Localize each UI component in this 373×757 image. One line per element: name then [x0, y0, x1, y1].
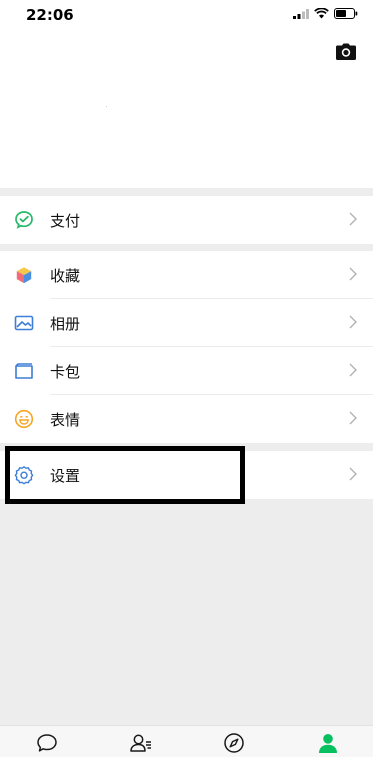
chevron-right-icon — [349, 315, 357, 329]
camera-icon[interactable] — [336, 43, 356, 60]
status-icons — [293, 8, 358, 19]
stickers-label: 表情 — [50, 411, 81, 429]
card-wallet-icon — [15, 363, 33, 379]
favorites-cube-icon — [16, 266, 32, 284]
person-icon[interactable] — [316, 732, 340, 754]
tools-group: 收藏 相册 卡包 表情 — [0, 251, 373, 443]
battery-icon — [334, 8, 358, 19]
pay-label: 支付 — [50, 212, 81, 230]
favorites-label: 收藏 — [50, 267, 81, 285]
chevron-right-icon — [349, 467, 357, 481]
pay-icon — [15, 211, 33, 229]
status-time: 22:06 — [26, 6, 74, 24]
settings-label: 设置 — [50, 467, 81, 485]
status-bar: 22:06 — [0, 0, 373, 26]
photo-album-icon — [14, 315, 34, 331]
placeholder-dot — [106, 106, 107, 107]
signal-icon — [293, 8, 309, 19]
menu-item-pay[interactable]: 支付 — [0, 196, 373, 244]
chevron-right-icon — [349, 267, 357, 281]
chevron-right-icon — [349, 411, 357, 425]
wifi-icon — [314, 8, 329, 19]
profile-header — [0, 26, 373, 188]
gear-icon — [14, 466, 34, 485]
emoji-smile-icon — [14, 409, 34, 429]
settings-group: 设置 — [0, 451, 373, 499]
pay-group: 支付 — [0, 196, 373, 244]
menu-item-card-wallet[interactable]: 卡包 — [0, 347, 373, 395]
menu-item-album[interactable]: 相册 — [0, 299, 373, 347]
menu-item-stickers[interactable]: 表情 — [0, 395, 373, 443]
card-wallet-label: 卡包 — [50, 363, 81, 381]
album-label: 相册 — [50, 315, 81, 333]
menu-item-favorites[interactable]: 收藏 — [0, 251, 373, 299]
menu-item-settings[interactable]: 设置 — [0, 451, 373, 499]
compass-icon[interactable] — [222, 732, 246, 754]
chevron-right-icon — [349, 363, 357, 377]
chat-bubble-icon[interactable] — [35, 732, 59, 754]
chevron-right-icon — [349, 212, 357, 226]
tab-bar — [0, 725, 373, 757]
contacts-icon[interactable] — [129, 732, 153, 754]
